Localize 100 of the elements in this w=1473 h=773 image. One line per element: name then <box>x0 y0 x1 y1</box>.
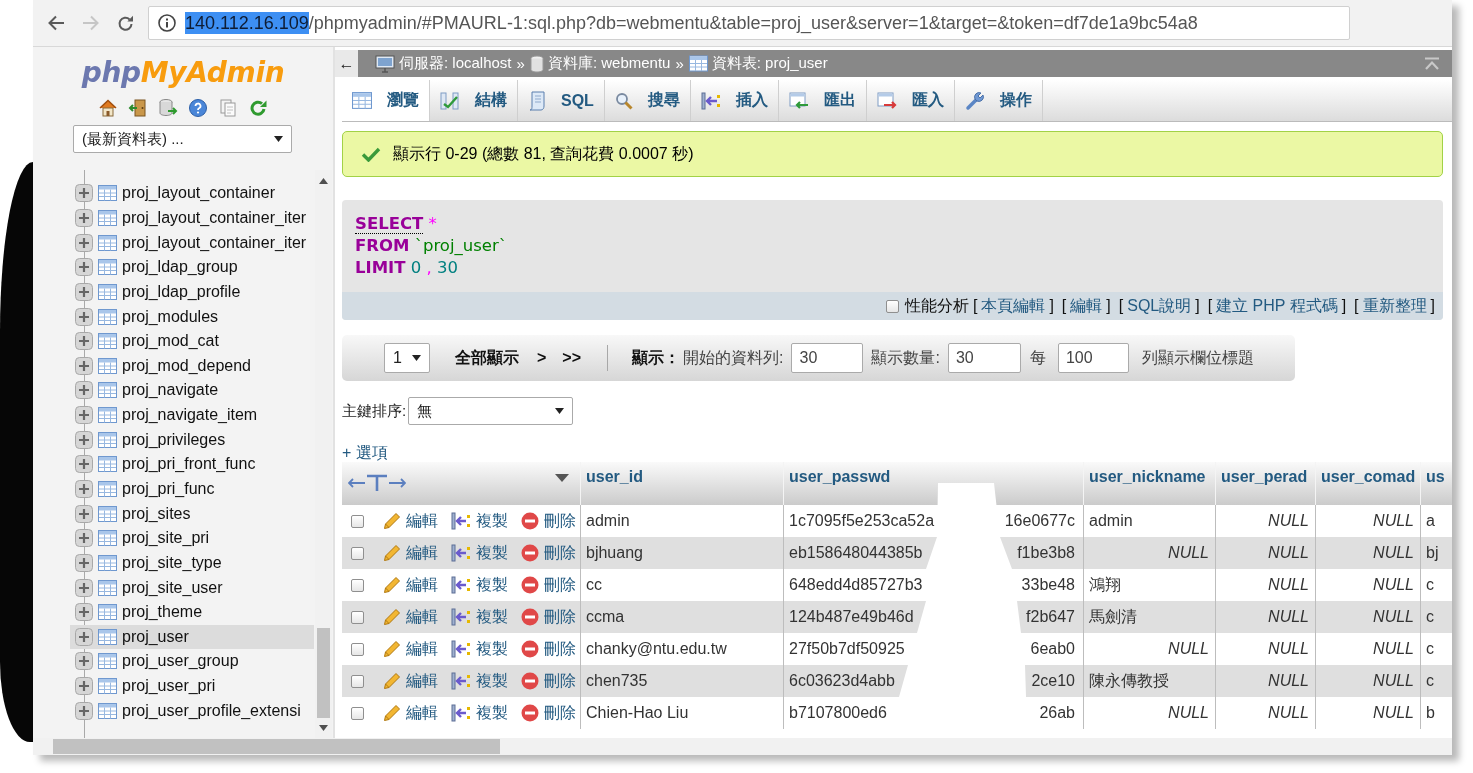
edit-link[interactable]: 編輯 <box>383 510 438 532</box>
home-icon[interactable] <box>98 98 118 118</box>
tree-item[interactable]: proj_layout_container <box>70 181 314 206</box>
plus-box-icon[interactable] <box>75 480 93 498</box>
tree-item[interactable]: proj_ldap_group <box>70 254 314 280</box>
plus-box-icon[interactable] <box>75 455 93 474</box>
plus-box-icon[interactable] <box>75 208 93 227</box>
row-checkbox[interactable] <box>351 642 364 656</box>
database-arrow-icon[interactable] <box>158 98 178 118</box>
profiling-checkbox[interactable] <box>885 299 899 313</box>
row-checkbox[interactable] <box>351 706 364 720</box>
plus-box-icon[interactable] <box>75 356 93 375</box>
show-all-button[interactable]: 全部顯示 <box>455 347 519 369</box>
tab[interactable]: 匯入 <box>866 80 955 121</box>
plus-box-icon[interactable] <box>75 258 93 277</box>
next-page-button[interactable]: > <box>537 349 547 367</box>
edit-link[interactable]: 編輯 <box>383 542 438 564</box>
plus-box-icon[interactable] <box>75 406 93 425</box>
copy-link[interactable]: 複製 <box>451 702 508 724</box>
plus-box-icon[interactable] <box>75 430 93 449</box>
tab[interactable]: 結構 <box>430 80 518 121</box>
tree-item[interactable]: proj_pri_front_func <box>70 452 314 477</box>
tab[interactable]: 瀏覽 <box>342 80 430 121</box>
tree-item[interactable]: proj_site_type <box>70 550 314 576</box>
sort-select[interactable]: 無 <box>408 397 574 425</box>
plus-box-icon[interactable] <box>75 381 93 400</box>
start-row-input[interactable]: 30 <box>791 343 864 373</box>
copy-link[interactable]: 複製 <box>451 670 508 692</box>
tree-item[interactable]: proj_ldap_profile <box>70 279 314 305</box>
query-link[interactable]: 重新整理 <box>1362 295 1427 317</box>
door-exit-icon[interactable] <box>128 98 148 118</box>
query-link[interactable]: 建立 PHP 程式碼 <box>1216 295 1338 317</box>
tab[interactable]: SQL <box>518 80 605 121</box>
delete-link[interactable]: 刪除 <box>521 510 576 532</box>
tree-item[interactable]: proj_user <box>70 624 314 650</box>
delete-link[interactable]: 刪除 <box>521 702 576 724</box>
header-every-input[interactable]: 100 <box>1057 343 1129 373</box>
plus-box-icon[interactable] <box>75 701 93 720</box>
query-link[interactable]: SQL說明 <box>1127 295 1192 317</box>
tree-item[interactable]: proj_site_pri <box>70 525 314 551</box>
row-checkbox[interactable] <box>351 514 364 528</box>
copy-link[interactable]: 複製 <box>451 542 508 564</box>
breadcrumb-link[interactable]: 伺服器: localhost <box>375 54 512 73</box>
tab[interactable]: 插入 <box>690 80 779 121</box>
tree-item[interactable]: proj_privileges <box>70 427 314 453</box>
tab[interactable]: 匯出 <box>778 80 867 121</box>
horizontal-scrollbar[interactable] <box>33 738 1452 755</box>
breadcrumb-link[interactable]: 資料庫: webmentu <box>529 54 671 73</box>
row-checkbox[interactable] <box>351 674 364 688</box>
copy-link[interactable]: 複製 <box>451 606 508 628</box>
plus-box-icon[interactable] <box>75 652 93 671</box>
edit-link[interactable]: 編輯 <box>383 606 438 628</box>
tree-item[interactable]: proj_navigate <box>70 378 314 403</box>
plus-box-icon[interactable] <box>75 307 93 326</box>
plus-box-icon[interactable] <box>75 553 93 572</box>
tree-item[interactable]: proj_mod_depend <box>70 353 314 379</box>
tree-item[interactable]: proj_user_group <box>70 649 314 674</box>
tree-item[interactable]: proj_user_pri <box>70 673 314 699</box>
scrollbar-thumb[interactable] <box>317 628 330 718</box>
query-link[interactable]: 編輯 <box>1070 295 1103 317</box>
info-icon[interactable] <box>158 14 176 32</box>
dropdown-triangle-icon[interactable] <box>555 474 569 482</box>
tree-item[interactable]: proj_layout_container_iter <box>70 205 314 231</box>
tree-item[interactable]: proj_user_profile_extensi <box>70 698 314 724</box>
recent-tables-select[interactable]: (最新資料表) ... <box>73 125 292 153</box>
plus-box-icon[interactable] <box>75 578 93 597</box>
edit-link[interactable]: 編輯 <box>383 702 438 724</box>
address-bar[interactable]: 140.112.16.109/phpmyadmin/#PMAURL-1:sql.php?db=webmentu&table=proj_user&server=1&target=&token=df7de1a9bc54a8 <box>148 6 1350 40</box>
copy-link[interactable]: 複製 <box>451 574 508 596</box>
plus-box-icon[interactable] <box>75 627 93 646</box>
reload-icon[interactable] <box>248 98 268 118</box>
tree-item[interactable]: proj_theme <box>70 599 314 625</box>
tree-item[interactable]: proj_navigate_item <box>70 402 314 428</box>
scroll-up-icon[interactable] <box>319 178 328 184</box>
query-link[interactable]: 本頁編輯 <box>981 295 1046 317</box>
tree-item[interactable]: proj_layout_container_iter <box>70 230 314 255</box>
plus-box-icon[interactable] <box>75 282 93 301</box>
delete-link[interactable]: 刪除 <box>521 638 576 660</box>
delete-link[interactable]: 刪除 <box>521 670 576 692</box>
plus-box-icon[interactable] <box>75 677 93 696</box>
page-select[interactable]: 1 <box>384 343 430 373</box>
logo[interactable]: phpMyAdmin <box>81 55 285 90</box>
plus-box-icon[interactable] <box>75 233 93 252</box>
row-checkbox[interactable] <box>351 610 364 624</box>
delete-link[interactable]: 刪除 <box>521 574 576 596</box>
row-checkbox[interactable] <box>351 546 364 560</box>
help-icon[interactable] <box>188 98 208 118</box>
plus-box-icon[interactable] <box>75 504 93 523</box>
tab[interactable]: 搜尋 <box>604 80 691 121</box>
delete-link[interactable]: 刪除 <box>521 606 576 628</box>
tree-item[interactable]: proj_pri_func <box>70 476 314 502</box>
edit-link[interactable]: 編輯 <box>383 638 438 660</box>
tab[interactable]: 操作 <box>954 80 1043 121</box>
plus-box-icon[interactable] <box>75 529 93 548</box>
row-count-input[interactable]: 30 <box>947 343 1021 373</box>
copy-link[interactable]: 複製 <box>451 510 508 532</box>
tree-item[interactable]: proj_sites <box>70 501 314 526</box>
scroll-down-icon[interactable] <box>319 725 328 731</box>
tree-item[interactable]: proj_mod_cat <box>70 328 314 354</box>
back-button[interactable]: ← <box>335 50 358 77</box>
